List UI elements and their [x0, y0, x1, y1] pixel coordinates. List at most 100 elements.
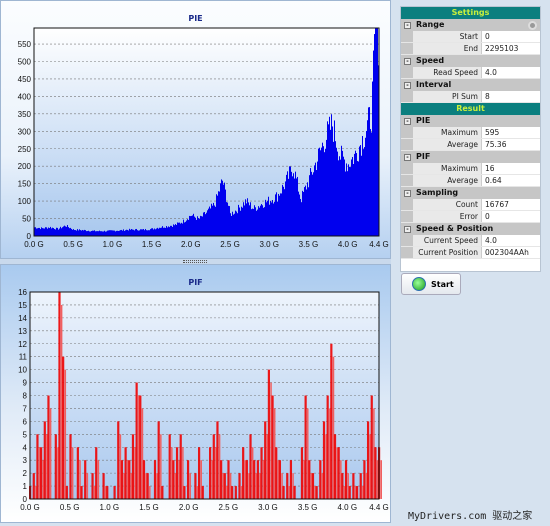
- pie-bar: [354, 153, 355, 236]
- pie-bar: [286, 174, 287, 236]
- x-tick-label: 2.0 G: [179, 503, 199, 512]
- pie-bar: [214, 205, 215, 236]
- x-tick-label: 0.0 G: [24, 240, 44, 249]
- pie-bar: [242, 207, 243, 236]
- pif-bar: [86, 473, 89, 499]
- pie-bar: [129, 228, 130, 236]
- pie-bar: [313, 172, 314, 236]
- group-pie[interactable]: - PIE: [401, 115, 540, 127]
- collapse-icon[interactable]: -: [404, 225, 411, 233]
- collapse-icon[interactable]: -: [404, 21, 411, 29]
- pie-bar: [357, 161, 358, 236]
- pie-bar: [111, 230, 112, 236]
- pif-bar: [36, 434, 39, 499]
- group-interval[interactable]: - Interval: [401, 79, 540, 91]
- y-tick-label: 14: [18, 314, 27, 323]
- panel-splitter[interactable]: [391, 0, 398, 526]
- pie-bar: [285, 181, 286, 236]
- label: Maximum: [413, 163, 481, 174]
- pie-bar: [276, 192, 277, 236]
- collapse-icon[interactable]: -: [404, 81, 411, 89]
- label: Read Speed: [413, 67, 481, 78]
- pie-bar: [250, 202, 251, 236]
- group-pif[interactable]: - PIF: [401, 151, 540, 163]
- group-label: Speed: [416, 56, 445, 65]
- pif-bar: [216, 421, 219, 499]
- pif-bar: [220, 460, 223, 499]
- group-speed-position[interactable]: - Speed & Position: [401, 223, 540, 235]
- pie-bar: [69, 228, 70, 236]
- start-field[interactable]: 0: [481, 31, 540, 42]
- read-speed-field[interactable]: 4.0: [481, 67, 540, 78]
- row-read-speed: Read Speed 4.0: [401, 67, 540, 79]
- group-sampling[interactable]: - Sampling: [401, 187, 540, 199]
- pif-bar: [49, 408, 52, 499]
- pie-bar: [280, 193, 281, 236]
- pie-bar: [377, 28, 378, 236]
- y-tick-label: 450: [18, 75, 32, 84]
- pif-bar: [189, 473, 191, 499]
- pie-bar: [240, 210, 241, 236]
- pie-bar: [221, 179, 222, 236]
- pie-bar: [91, 230, 92, 236]
- row-pie-max: Maximum 595: [401, 127, 540, 139]
- start-button[interactable]: Start: [401, 273, 461, 295]
- pie-bar: [132, 229, 133, 236]
- pie-bar: [79, 229, 80, 236]
- pie-bar: [363, 149, 364, 236]
- pie-bar: [169, 227, 170, 236]
- pie-bar: [355, 150, 356, 236]
- pie-bar: [59, 228, 60, 236]
- pif-bar: [271, 395, 274, 499]
- pie-bar: [146, 230, 147, 236]
- pie-bar: [361, 155, 362, 236]
- pie-bar: [147, 230, 148, 236]
- pie-bar: [299, 194, 300, 236]
- pie-bar: [56, 227, 57, 236]
- pie-bar: [94, 230, 95, 236]
- pif-bar: [102, 473, 105, 499]
- pif-bar: [120, 460, 124, 499]
- settings-icon[interactable]: [528, 20, 537, 30]
- collapse-icon[interactable]: -: [404, 117, 411, 125]
- pie-bar: [281, 193, 282, 236]
- pi-sum-field[interactable]: 8: [481, 91, 540, 102]
- pif-bar: [135, 382, 138, 499]
- pie-bar: [115, 231, 116, 236]
- collapse-icon[interactable]: -: [404, 57, 411, 65]
- pie-bar: [58, 229, 59, 236]
- pie-bar: [36, 228, 37, 236]
- y-tick-label: 300: [18, 127, 32, 136]
- pie-bar: [291, 171, 292, 236]
- splitter-grip[interactable]: [183, 260, 207, 263]
- pie-bar: [113, 230, 114, 236]
- pie-bar: [275, 194, 276, 236]
- end-field[interactable]: 2295103: [481, 43, 540, 54]
- pie-bar: [245, 199, 246, 236]
- pie-bar: [140, 229, 141, 236]
- collapse-icon[interactable]: -: [404, 189, 411, 197]
- pif-bar: [260, 447, 263, 499]
- group-range[interactable]: - Range: [401, 19, 540, 31]
- group-speed[interactable]: - Speed: [401, 55, 540, 67]
- pie-bar: [374, 34, 375, 237]
- pie-bar: [189, 215, 190, 236]
- y-tick-label: 5: [23, 430, 28, 439]
- pie-bar: [128, 230, 129, 236]
- pif-bar: [172, 460, 175, 499]
- pie-bar: [324, 152, 325, 236]
- pie-bar: [57, 227, 58, 236]
- pie-bar: [191, 215, 192, 236]
- x-tick-label: 0.5 G: [63, 240, 83, 249]
- pif-bar: [71, 447, 74, 499]
- pif-bar: [32, 473, 35, 499]
- pie-bar: [158, 228, 159, 236]
- pie-bar: [356, 153, 357, 236]
- pie-bar: [329, 116, 330, 236]
- pie-bar: [327, 121, 328, 236]
- y-tick-label: 500: [18, 58, 32, 67]
- pie-bar: [296, 178, 297, 236]
- pie-bar: [164, 227, 165, 236]
- collapse-icon[interactable]: -: [404, 153, 411, 161]
- x-tick-label: 2.0 G: [181, 240, 201, 249]
